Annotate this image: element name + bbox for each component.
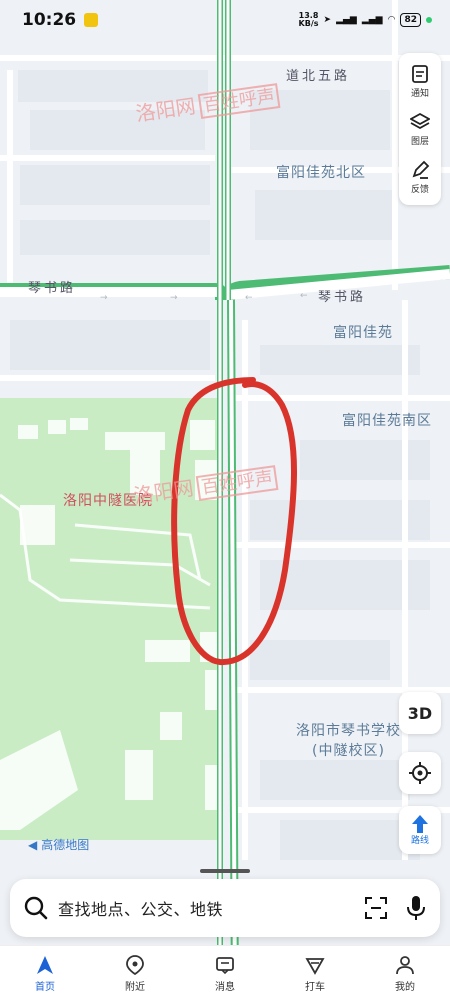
location-icon: ➤	[323, 15, 332, 25]
network-speed: 13.8 KB/s	[298, 11, 319, 28]
edit-icon	[412, 160, 430, 179]
person-icon	[396, 955, 414, 974]
3d-button[interactable]: 3D	[399, 692, 441, 734]
status-bar: 10:26 13.8 KB/s ➤ ▂▄▆ ▂▄▆ ◠ 82	[0, 0, 450, 40]
wifi-icon: ◠	[387, 15, 396, 25]
layers-button[interactable]: 图层	[410, 112, 430, 147]
svg-text:→: →	[170, 293, 178, 303]
place-label-school: 洛阳市琴书学校	[296, 723, 401, 739]
privacy-dot-icon	[426, 17, 432, 23]
locate-button[interactable]	[399, 752, 441, 794]
bottom-tab-bar: 首页 附近 消息 打车 我的	[0, 945, 450, 1001]
scan-icon[interactable]	[364, 896, 388, 920]
tab-taxi[interactable]: 打车	[285, 955, 345, 993]
map-view[interactable]: → → ← ← 道北五路 富阳佳苑北区 琴书路 琴书路 富阳佳苑 富阳佳苑南区 洛阳…	[0, 0, 450, 1000]
svg-text:→: →	[100, 293, 108, 303]
home-arrow-icon	[37, 955, 53, 974]
road-label-daobei: 道北五路	[286, 69, 351, 84]
road-label-qinshu-right: 琴书路	[318, 290, 367, 305]
taxi-icon	[305, 957, 325, 975]
signal-icon: ▂▄▆	[336, 15, 357, 25]
map-control-panel: 通知 图层 反馈	[399, 53, 441, 205]
status-time: 10:26	[22, 10, 77, 30]
notify-icon	[412, 64, 428, 83]
search-input[interactable]: 查找地点、公交、地铁	[58, 896, 364, 920]
place-label-fuyang-north: 富阳佳苑北区	[276, 165, 366, 181]
locate-icon	[409, 762, 431, 784]
message-icon	[216, 956, 234, 974]
route-button[interactable]: 路线	[399, 806, 441, 854]
tab-profile[interactable]: 我的	[375, 955, 435, 993]
tab-messages[interactable]: 消息	[195, 955, 255, 993]
layers-icon	[410, 112, 430, 129]
tab-home[interactable]: 首页	[15, 955, 75, 993]
signal-icon: ▂▄▆	[361, 15, 383, 25]
place-label-fuyang-south: 富阳佳苑南区	[342, 413, 432, 429]
place-label-school-campus: (中隧校区)	[312, 743, 385, 759]
feedback-button[interactable]: 反馈	[410, 160, 430, 195]
drag-handle[interactable]	[200, 869, 250, 873]
road-label-qinshu-left: 琴书路	[28, 281, 77, 296]
search-icon	[24, 896, 48, 920]
svg-text:←: ←	[245, 293, 253, 303]
logo-arrow-icon: ◀	[28, 837, 38, 852]
notify-button[interactable]: 通知	[410, 64, 430, 99]
microphone-icon[interactable]	[406, 895, 426, 921]
svg-text:←: ←	[300, 291, 308, 301]
place-label-fuyang: 富阳佳苑	[333, 325, 393, 341]
amap-logo: ◀ 高德地图	[28, 837, 90, 853]
battery-icon: 82	[400, 13, 421, 27]
location-pin-icon	[126, 954, 144, 975]
route-arrow-icon	[412, 814, 428, 833]
tab-nearby[interactable]: 附近	[105, 954, 165, 993]
notification-app-icon	[84, 13, 99, 27]
search-bar[interactable]: 查找地点、公交、地铁	[10, 879, 440, 937]
